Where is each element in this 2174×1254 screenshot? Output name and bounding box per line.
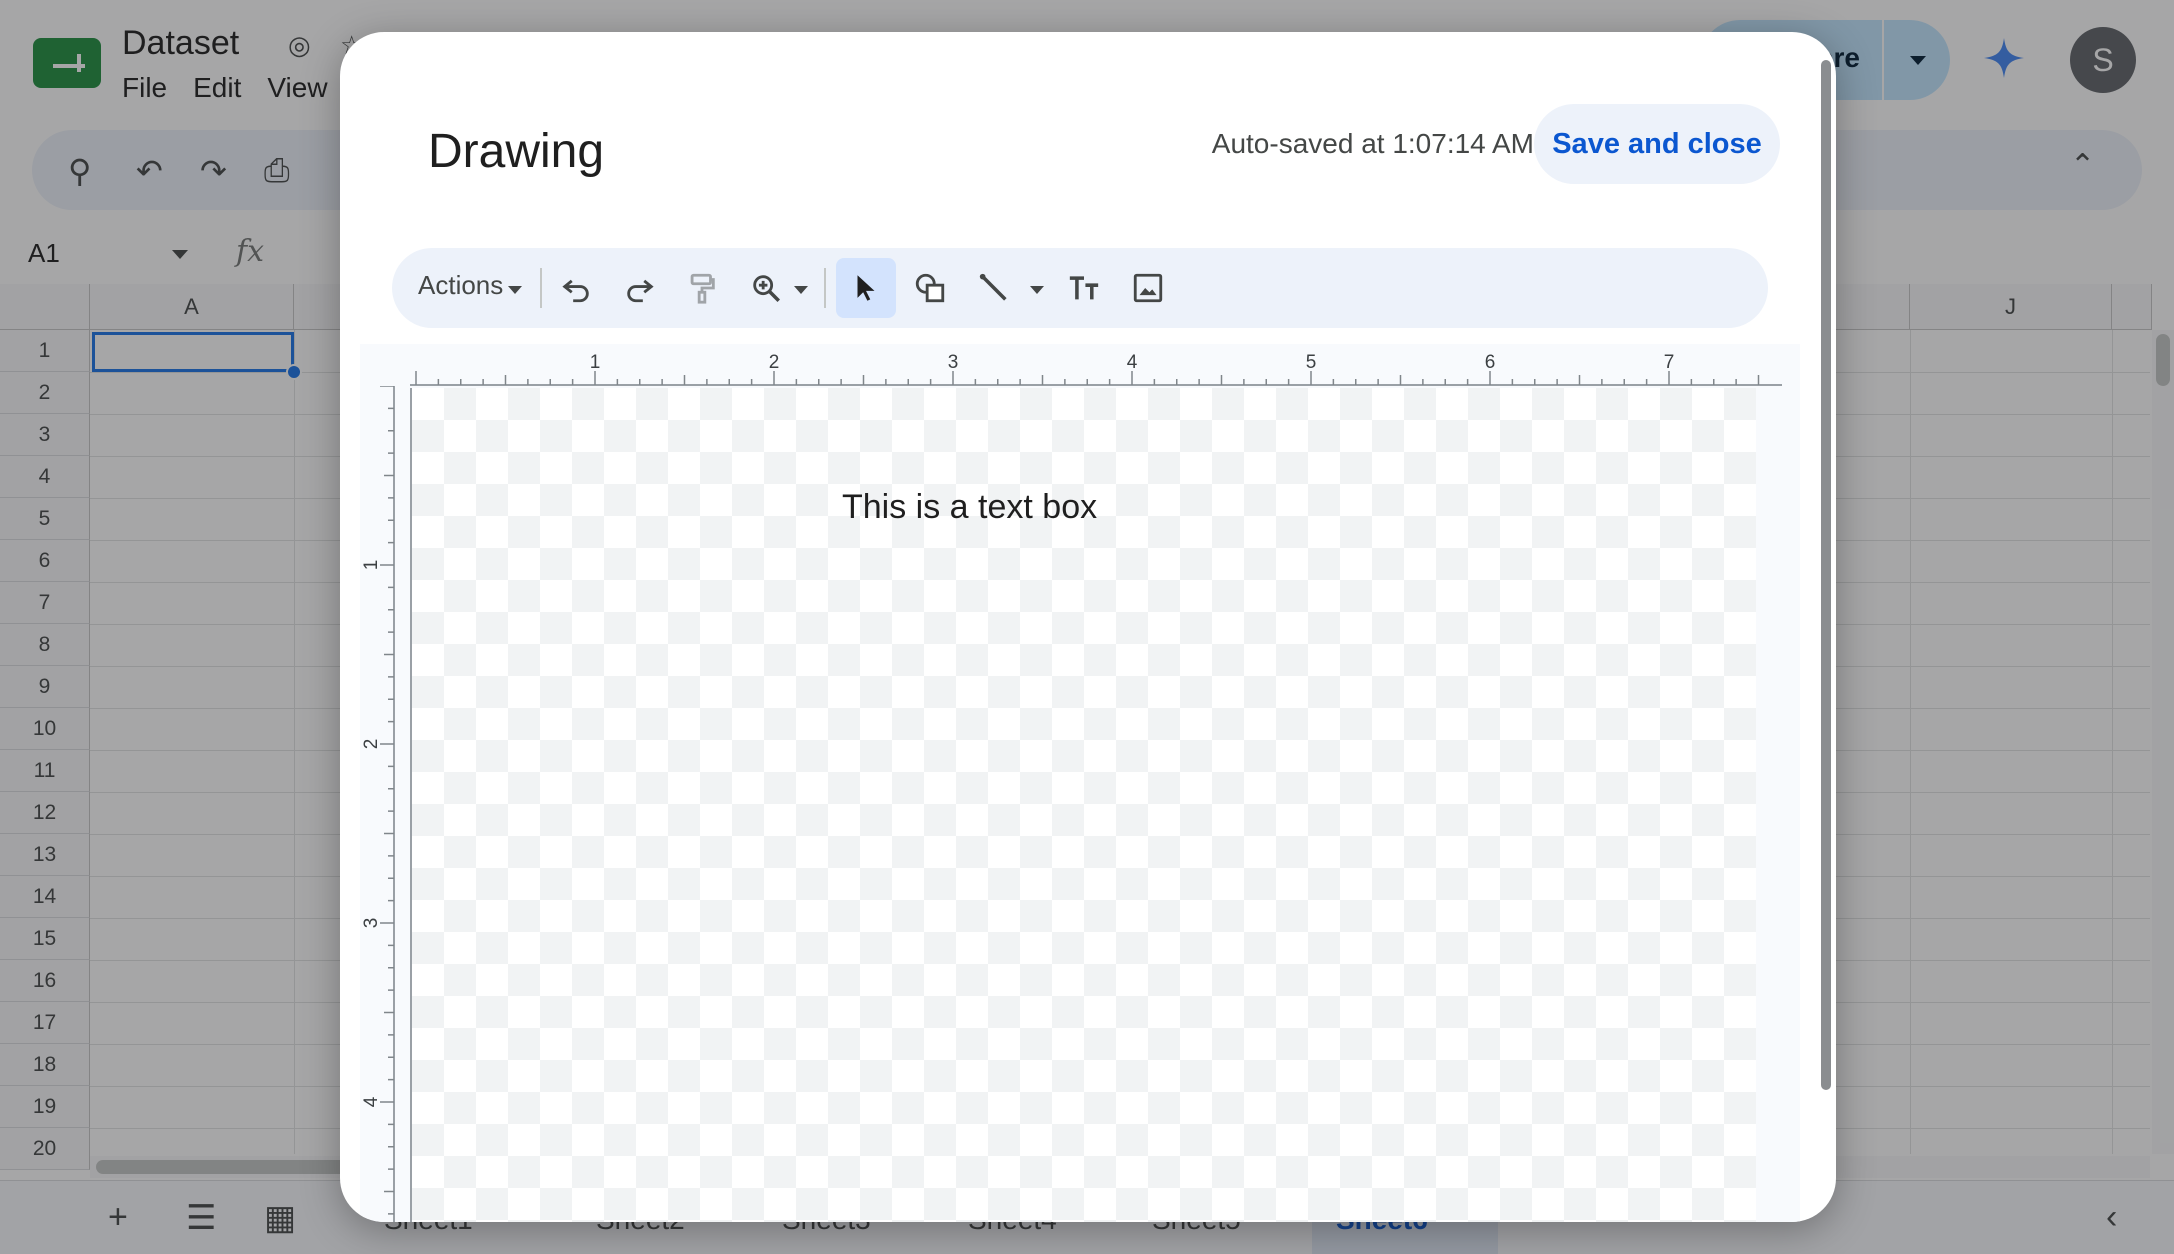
drawing-dialog: Drawing Auto-saved at 1:07:14 AM Save an… bbox=[340, 32, 1836, 1222]
ruler-label: 1 bbox=[361, 560, 382, 571]
drawing-canvas-area: 1 2 3 4 5 6 7 1 2 3 4 This is a text box bbox=[360, 344, 1800, 1222]
redo-icon[interactable] bbox=[614, 262, 666, 314]
ruler-label: 4 bbox=[1127, 354, 1138, 373]
drawing-toolbar: Actions bbox=[392, 248, 1768, 328]
dialog-scrollbar[interactable] bbox=[1821, 60, 1831, 1090]
ruler-label: 3 bbox=[361, 918, 382, 929]
autosave-status: Auto-saved at 1:07:14 AM bbox=[1211, 128, 1534, 159]
vertical-ruler: 1 2 3 4 bbox=[361, 386, 395, 1222]
toolbar-divider bbox=[824, 268, 826, 308]
image-icon[interactable] bbox=[1122, 262, 1174, 314]
toolbar-divider bbox=[540, 268, 542, 308]
ruler-label: 3 bbox=[948, 354, 959, 373]
horizontal-ruler: 1 2 3 4 5 6 7 bbox=[410, 354, 1782, 386]
paint-format-icon[interactable] bbox=[676, 262, 728, 314]
select-icon[interactable] bbox=[836, 258, 896, 318]
dialog-title: Drawing bbox=[428, 125, 605, 178]
zoom-dropdown-icon[interactable] bbox=[794, 286, 808, 294]
line-dropdown-icon[interactable] bbox=[1030, 286, 1044, 294]
ruler-label: 2 bbox=[769, 354, 780, 373]
ruler-label: 5 bbox=[1306, 354, 1317, 373]
ruler-label: 4 bbox=[361, 1096, 382, 1107]
ruler-label: 2 bbox=[361, 739, 382, 750]
text-box[interactable]: This is a text box bbox=[842, 488, 1097, 527]
ruler-label: 7 bbox=[1664, 354, 1675, 373]
save-and-close-button[interactable]: Save and close bbox=[1534, 104, 1780, 184]
actions-dropdown-icon[interactable] bbox=[508, 286, 522, 294]
ruler-label: 6 bbox=[1485, 354, 1496, 373]
drawing-canvas[interactable]: This is a text box bbox=[410, 388, 1756, 1222]
undo-icon[interactable] bbox=[550, 262, 602, 314]
zoom-icon[interactable] bbox=[740, 262, 792, 314]
shape-icon[interactable] bbox=[904, 262, 956, 314]
text-box-icon[interactable] bbox=[1058, 262, 1110, 314]
line-icon[interactable] bbox=[968, 262, 1020, 314]
actions-menu[interactable]: Actions bbox=[418, 270, 503, 301]
ruler-label: 1 bbox=[590, 354, 601, 373]
